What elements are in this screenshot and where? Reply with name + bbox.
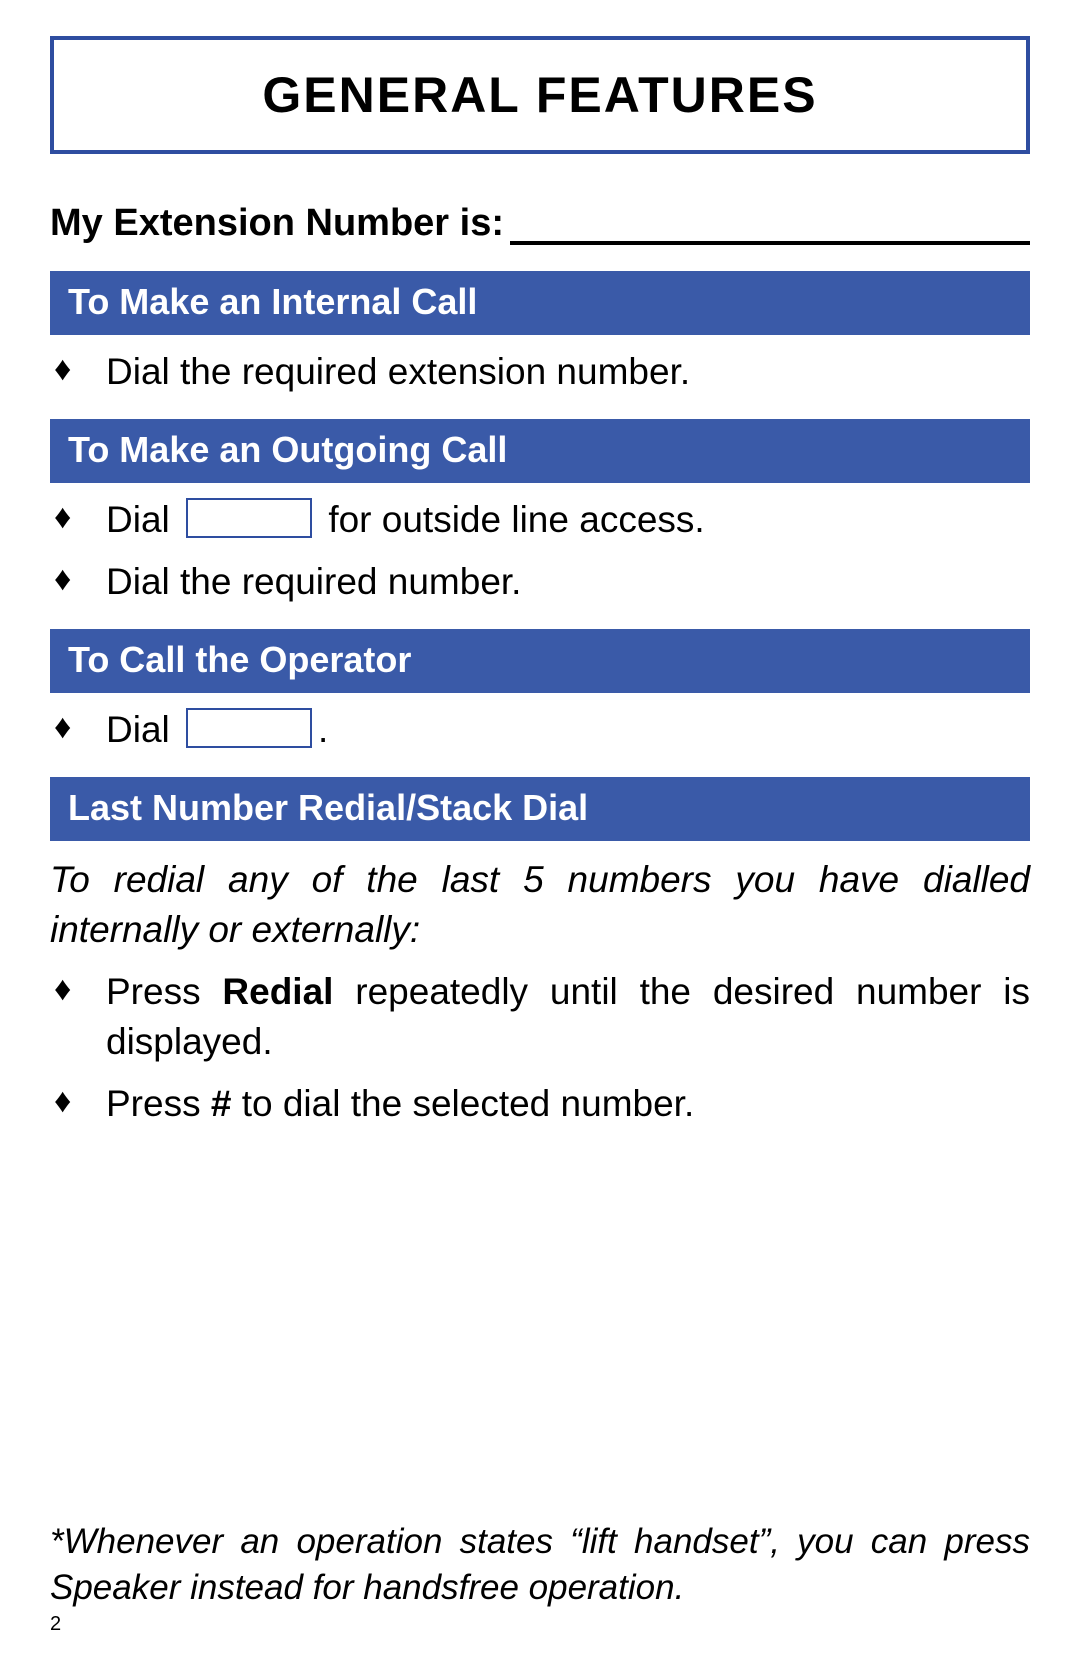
text-fragment: to dial the selected number. bbox=[231, 1083, 694, 1124]
diamond-icon: ♦ bbox=[50, 495, 106, 541]
page-number: 2 bbox=[50, 1613, 61, 1636]
extension-row: My Extension Number is: bbox=[50, 202, 1030, 245]
text-fragment: Dial bbox=[106, 709, 170, 750]
diamond-icon: ♦ bbox=[50, 1079, 106, 1125]
bullet-row: ♦ Press # to dial the selected number. bbox=[50, 1079, 1030, 1129]
bullet-text: Dial the required number. bbox=[106, 557, 1030, 607]
diamond-icon: ♦ bbox=[50, 557, 106, 603]
bullet-row: ♦ Dial for outside line access. bbox=[50, 495, 1030, 545]
diamond-icon: ♦ bbox=[50, 347, 106, 393]
text-fragment: Press bbox=[106, 1083, 211, 1124]
diamond-icon: ♦ bbox=[50, 705, 106, 751]
bullet-text: Press # to dial the selected number. bbox=[106, 1079, 1030, 1129]
page-title: GENERAL FEATURES bbox=[64, 66, 1016, 124]
section-redial: Last Number Redial/Stack Dial To redial … bbox=[50, 777, 1030, 1129]
redial-key-label: Redial bbox=[222, 971, 333, 1012]
section-header-internal: To Make an Internal Call bbox=[50, 271, 1030, 335]
page: GENERAL FEATURES My Extension Number is:… bbox=[0, 0, 1080, 1654]
text-fragment: . bbox=[318, 709, 328, 750]
bullet-row: ♦ Press Redial repeatedly until the desi… bbox=[50, 967, 1030, 1067]
bullet-row: ♦ Dial . bbox=[50, 705, 1030, 755]
bullet-text: Dial . bbox=[106, 705, 1030, 755]
section-header-redial: Last Number Redial/Stack Dial bbox=[50, 777, 1030, 841]
bullet-text: Press Redial repeatedly until the desire… bbox=[106, 967, 1030, 1067]
redial-lead-text: To redial any of the last 5 numbers you … bbox=[50, 855, 1030, 955]
bullet-text: Dial for outside line access. bbox=[106, 495, 1030, 545]
text-fragment: Dial bbox=[106, 499, 170, 540]
section-operator: To Call the Operator ♦ Dial . bbox=[50, 629, 1030, 755]
text-fragment: Press bbox=[106, 971, 222, 1012]
bullet-text: Dial the required extension number. bbox=[106, 347, 1030, 397]
extension-blank-line[interactable] bbox=[510, 213, 1030, 245]
section-header-operator: To Call the Operator bbox=[50, 629, 1030, 693]
outside-line-code-blank[interactable] bbox=[186, 498, 312, 538]
operator-code-blank[interactable] bbox=[186, 708, 312, 748]
bullet-row: ♦ Dial the required number. bbox=[50, 557, 1030, 607]
footnote: *Whenever an operation states “lift hand… bbox=[50, 1519, 1030, 1610]
extension-label: My Extension Number is: bbox=[50, 202, 504, 245]
text-fragment: for outside line access. bbox=[328, 499, 704, 540]
hash-key-label: # bbox=[211, 1083, 232, 1124]
title-box: GENERAL FEATURES bbox=[50, 36, 1030, 154]
bullet-row: ♦ Dial the required extension number. bbox=[50, 347, 1030, 397]
section-internal-call: To Make an Internal Call ♦ Dial the requ… bbox=[50, 271, 1030, 397]
diamond-icon: ♦ bbox=[50, 967, 106, 1013]
section-header-outgoing: To Make an Outgoing Call bbox=[50, 419, 1030, 483]
section-outgoing-call: To Make an Outgoing Call ♦ Dial for outs… bbox=[50, 419, 1030, 607]
